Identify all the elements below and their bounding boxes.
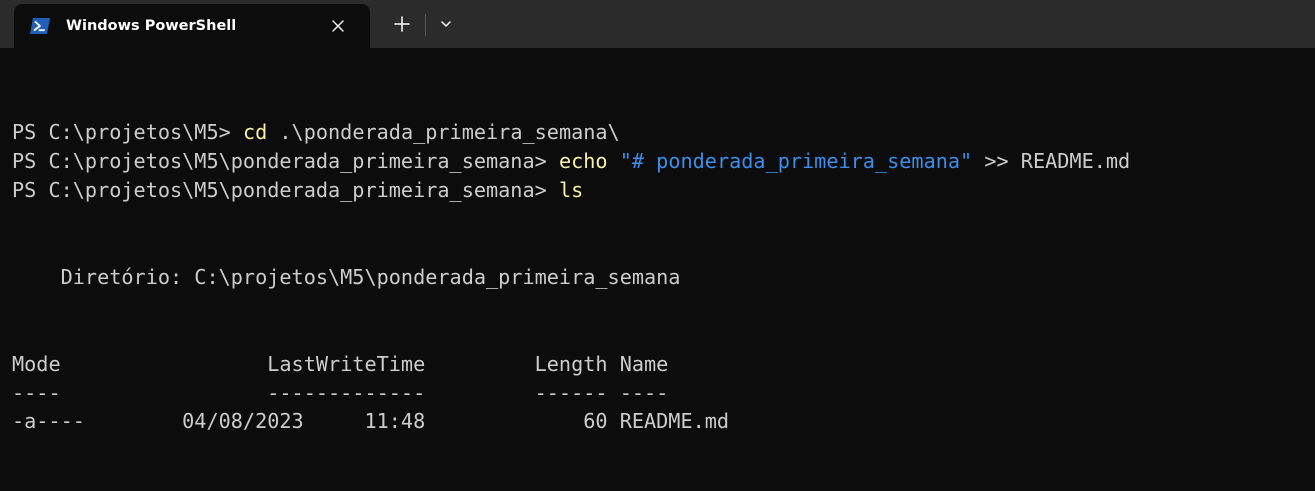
command: cd [242, 120, 268, 144]
table-row: -a---- 04/08/2023 11:48 60 README.md [12, 409, 730, 433]
prompt: PS C:\projetos\M5> [12, 120, 243, 144]
prompt: PS C:\projetos\M5\ponderada_primeira_sem… [12, 178, 559, 202]
terminal-line-cd: PS C:\projetos\M5> cd .\ponderada_primei… [12, 118, 620, 146]
tab-windows-powershell[interactable]: Windows PowerShell [14, 4, 370, 48]
table-separator: ---- ------------- ------ ---- [12, 381, 669, 405]
terminal-line-ls: PS C:\projetos\M5\ponderada_primeira_sem… [12, 176, 583, 204]
profile-dropdown-button[interactable] [432, 10, 460, 38]
tab-divider [425, 14, 426, 36]
command-args: .\ponderada_primeira_semana\ [267, 120, 620, 144]
table-header: Mode LastWriteTime Length Name [12, 352, 669, 376]
close-icon [332, 20, 344, 32]
new-tab-button[interactable] [386, 10, 418, 38]
string-literal: "# ponderada_primeira_semana" [619, 149, 973, 173]
command-args: >> README.md [972, 149, 1131, 173]
command: echo [558, 149, 608, 173]
chevron-down-icon [441, 21, 451, 27]
tab-title: Windows PowerShell [66, 18, 237, 34]
prompt: PS C:\projetos\M5\ponderada_primeira_sem… [12, 149, 559, 173]
directory-line: Diretório: C:\projetos\M5\ponderada_prim… [12, 265, 681, 289]
tab-close-button[interactable] [326, 14, 350, 38]
title-bar: Windows PowerShell [0, 0, 1315, 48]
plus-icon [394, 16, 410, 32]
terminal-line-echo: PS C:\projetos\M5\ponderada_primeira_sem… [12, 147, 1130, 175]
terminal-output[interactable]: PS C:\projetos\M5> cd .\ponderada_primei… [12, 48, 1307, 491]
command: ls [558, 178, 584, 202]
powershell-icon [30, 18, 50, 34]
